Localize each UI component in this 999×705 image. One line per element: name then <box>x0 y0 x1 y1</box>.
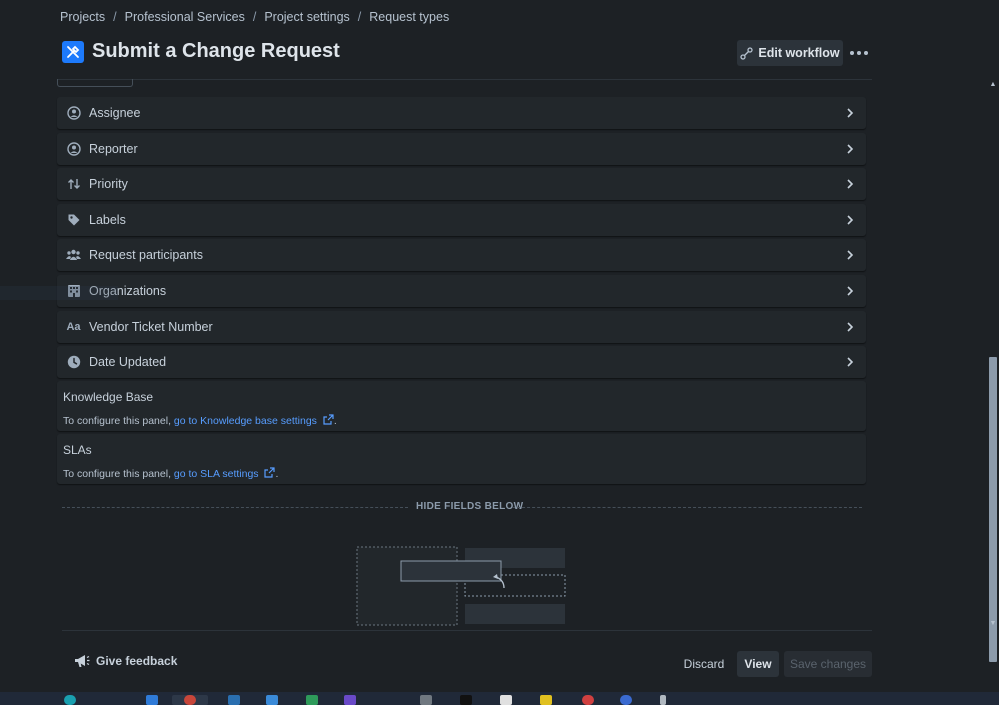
breadcrumb: Projects / Professional Services / Proje… <box>60 10 449 24</box>
chevron-right-icon[interactable] <box>844 249 856 261</box>
panel-desc-suffix: . <box>275 468 279 480</box>
field-stub <box>57 79 133 87</box>
megaphone-icon <box>75 655 90 667</box>
chevron-right-icon[interactable] <box>844 143 856 155</box>
hide-fields-label: HIDE FIELDS BELOW <box>416 501 524 512</box>
page-header: Submit a Change Request <box>62 40 340 63</box>
view-button[interactable]: View <box>737 651 779 677</box>
external-link-icon <box>323 414 334 425</box>
breadcrumb-project-settings[interactable]: Project settings <box>264 10 349 24</box>
breadcrumb-separator: / <box>357 10 362 24</box>
knowledge-base-panel: Knowledge Base To configure this panel, … <box>57 381 866 431</box>
chevron-right-icon[interactable] <box>844 321 856 333</box>
workflow-icon <box>740 46 754 60</box>
give-feedback-button[interactable]: Give feedback <box>74 654 177 668</box>
user-circle-icon <box>66 141 81 156</box>
more-dots-icon[interactable] <box>848 40 870 66</box>
taskbar-app-icon[interactable] <box>582 695 594 705</box>
os-taskbar <box>0 692 999 705</box>
breadcrumb-separator: / <box>113 10 117 24</box>
panel-description: To configure this panel, go to SLA setti… <box>63 467 860 480</box>
chevron-right-icon[interactable] <box>844 178 856 190</box>
discard-button[interactable]: Discard <box>678 651 730 677</box>
link-text: go to SLA settings <box>173 468 259 480</box>
slas-panel: SLAs To configure this panel, go to SLA … <box>57 434 866 484</box>
field-row-reporter[interactable]: Reporter <box>57 132 866 165</box>
taskbar-app-icon[interactable] <box>184 695 196 705</box>
text-field-icon: Aa <box>66 320 81 333</box>
save-changes-button[interactable]: Save changes <box>784 651 872 677</box>
taskbar-app-icon[interactable] <box>420 695 432 705</box>
chevron-right-icon[interactable] <box>844 214 856 226</box>
tag-icon <box>66 212 81 227</box>
taskbar-app-icon[interactable] <box>306 695 318 705</box>
taskbar-app-icon[interactable] <box>660 695 666 705</box>
taskbar-app-icon[interactable] <box>64 695 76 705</box>
chevron-right-icon[interactable] <box>844 356 856 368</box>
scroll-up-arrow-icon[interactable]: ▲ <box>989 81 997 89</box>
people-group-icon <box>66 248 81 263</box>
field-label: Priority <box>89 177 128 192</box>
panel-desc-text: To configure this panel, <box>63 415 171 427</box>
page-title: Submit a Change Request <box>92 40 340 62</box>
clock-icon <box>66 355 81 370</box>
taskbar-app-icon[interactable] <box>344 695 356 705</box>
field-label: Organizations <box>89 283 167 298</box>
panel-title: Knowledge Base <box>63 390 154 404</box>
breadcrumb-projects[interactable]: Projects <box>60 10 105 24</box>
field-label: Labels <box>89 212 126 227</box>
header-divider <box>57 79 872 80</box>
field-list: Assignee Reporter Priority Labels Reques… <box>57 97 866 382</box>
link-text: go to Knowledge base settings <box>173 415 317 427</box>
panel-description: To configure this panel, go to Knowledge… <box>63 414 860 427</box>
user-circle-icon <box>66 106 81 121</box>
field-label: Vendor Ticket Number <box>89 319 213 334</box>
edit-workflow-label: Edit workflow <box>758 46 840 60</box>
hide-fields-separator: HIDE FIELDS BELOW <box>62 500 862 514</box>
field-row-organizations[interactable]: Organizations <box>57 274 866 307</box>
give-feedback-label: Give feedback <box>96 654 178 668</box>
chevron-right-icon[interactable] <box>844 107 856 119</box>
taskbar-app-icon[interactable] <box>460 695 472 705</box>
scrollbar-thumb[interactable] <box>989 357 997 662</box>
field-row-assignee[interactable]: Assignee <box>57 97 866 129</box>
breadcrumb-separator: / <box>252 10 257 24</box>
field-label: Reporter <box>89 141 138 156</box>
field-row-priority[interactable]: Priority <box>57 168 866 201</box>
taskbar-app-icon[interactable] <box>620 695 632 705</box>
taskbar-app-icon[interactable] <box>500 695 512 705</box>
panel-desc-suffix: . <box>333 415 337 427</box>
breadcrumb-request-types[interactable]: Request types <box>369 10 449 24</box>
taskbar-app-icon[interactable] <box>540 695 552 705</box>
field-row-request-participants[interactable]: Request participants <box>57 239 866 272</box>
field-row-labels[interactable]: Labels <box>57 203 866 236</box>
priority-arrows-icon <box>66 177 81 192</box>
external-link-icon <box>264 467 276 478</box>
edit-workflow-button[interactable]: Edit workflow <box>737 40 843 66</box>
footer-divider <box>62 630 872 631</box>
breadcrumb-professional-services[interactable]: Professional Services <box>125 10 245 24</box>
field-label: Assignee <box>89 106 141 120</box>
field-label: Request participants <box>89 248 203 263</box>
panel-desc-text: To configure this panel, <box>63 468 171 480</box>
field-row-date-updated[interactable]: Date Updated <box>57 346 866 379</box>
taskbar-app-icon[interactable] <box>228 695 240 705</box>
tools-icon[interactable] <box>62 40 84 63</box>
panel-title: SLAs <box>63 443 92 457</box>
knowledge-base-settings-link[interactable]: go to Knowledge base settings <box>173 414 334 427</box>
drag-ghost-overlay <box>0 286 118 300</box>
field-label: Date Updated <box>89 355 167 370</box>
sla-settings-link[interactable]: go to SLA settings <box>173 467 276 480</box>
field-row-vendor-ticket-number[interactable]: Aa Vendor Ticket Number <box>57 310 866 343</box>
scrollbar[interactable]: ▲ ▼ <box>987 79 999 662</box>
taskbar-app-icon[interactable] <box>146 695 158 705</box>
chevron-right-icon[interactable] <box>844 285 856 297</box>
scroll-down-arrow-icon[interactable]: ▼ <box>989 620 997 628</box>
drag-fields-illustration <box>356 546 566 626</box>
taskbar-app-icon[interactable] <box>266 695 278 705</box>
